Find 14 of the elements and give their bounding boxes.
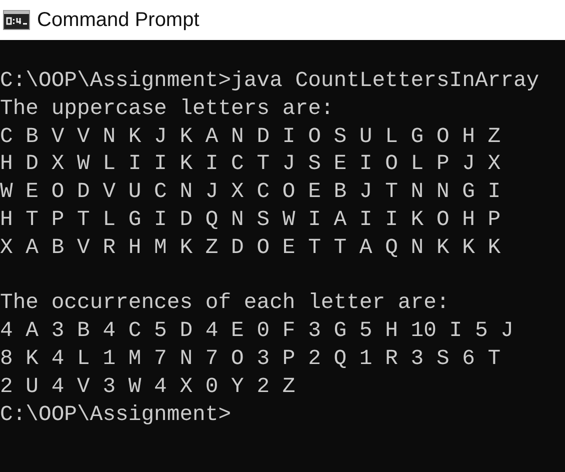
console-line: C:\OOP\Assignment>java CountLettersInArray: [0, 68, 540, 95]
console-line: C B V V N K J K A N D I O S U L G O H Z: [0, 124, 501, 151]
console-line: 8 K 4 L 1 M 7 N 7 O 3 P 2 Q 1 R 3 S 6 T: [0, 346, 501, 373]
console-line: H D X W L I I K I C T J S E I O L P J X: [0, 151, 501, 178]
console-line: 4 A 3 B 4 C 5 D 4 E 0 F 3 G 5 H 10 I 5 J: [0, 318, 514, 346]
console-line: The occurrences of each letter are:: [0, 290, 450, 318]
console-line: X A B V R H M K Z D O E T T A Q N K K K: [0, 234, 501, 262]
console-line: C:\OOP\Assignment>: [0, 402, 232, 429]
window-title: Command Prompt: [37, 8, 200, 32]
console-line: H T P T L G I D Q N S W I A I I K O H P: [0, 206, 501, 234]
console-line: W E O D V U C N J X C O E B J T N N G I: [0, 179, 501, 206]
console-line: The uppercase letters are:: [0, 96, 334, 123]
console-line: 2 U 4 V 3 W 4 X 0 Y 2 Z: [0, 374, 296, 401]
terminal-icon: [3, 10, 30, 30]
